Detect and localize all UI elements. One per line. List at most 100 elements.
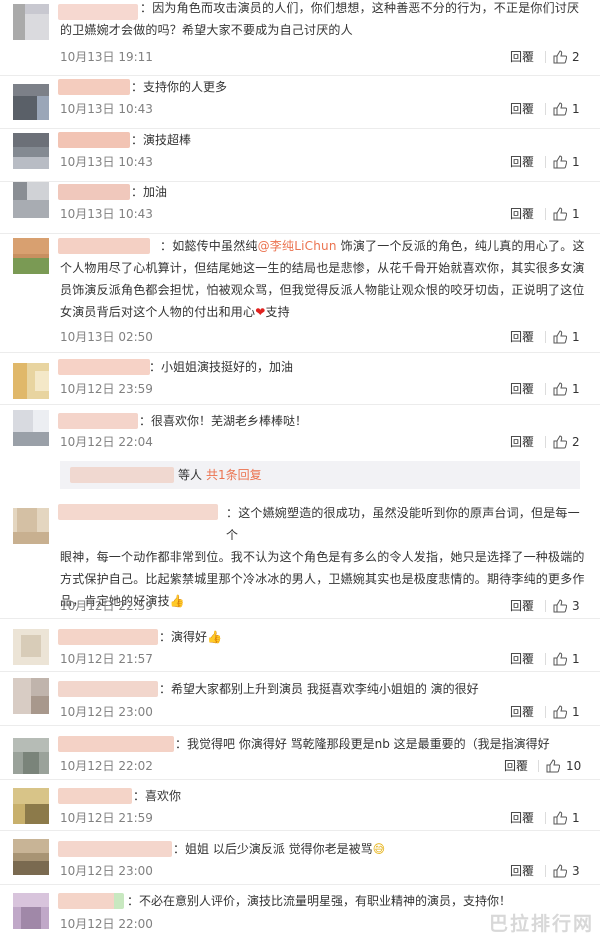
reply-button[interactable]: 回覆 (510, 598, 534, 614)
sub-reply-prefix: 等人 (178, 468, 203, 482)
divider (545, 51, 546, 63)
like-count: 2 (572, 50, 580, 64)
comment-time: 10月13日 10:43 (60, 207, 153, 221)
comment-time: 10月12日 23:00 (60, 864, 153, 878)
avatar[interactable] (13, 893, 49, 929)
view-replies-link[interactable]: 共1条回复 (206, 467, 262, 483)
like-count: 1 (572, 155, 580, 169)
username[interactable] (58, 629, 158, 645)
username[interactable] (58, 788, 132, 804)
comment-item: ：演得好👍 10月12日 21:57 回覆 1 (0, 619, 600, 672)
reply-button[interactable]: 回覆 (510, 651, 534, 667)
like-count: 1 (572, 207, 580, 221)
thumbs-up-icon[interactable] (553, 864, 567, 878)
reply-button[interactable]: 回覆 (510, 810, 534, 826)
avatar[interactable] (13, 182, 49, 218)
like-count: 1 (572, 652, 580, 666)
like-count: 3 (572, 599, 580, 613)
thumbs-up-icon[interactable] (553, 599, 567, 613)
divider (545, 331, 546, 343)
avatar[interactable] (13, 678, 49, 714)
avatar[interactable] (13, 788, 49, 824)
sub-reply-bar[interactable]: 等人 共1条回复 (60, 461, 580, 489)
comment-item: ：如懿传中虽然纯@李纯LiChun 饰演了一个反派的角色，纯儿真的用心了。这 个… (0, 234, 600, 353)
avatar[interactable] (13, 629, 49, 665)
comment-time: 10月12日 22:02 (60, 759, 153, 773)
username[interactable] (58, 736, 174, 752)
comment-item: ：希望大家都别上升到演员 我挺喜欢李纯小姐姐的 演的很好 10月12日 23:0… (0, 672, 600, 726)
comment-text: ：加油 (131, 185, 168, 199)
avatar[interactable] (13, 84, 49, 120)
comment-time: 10月12日 23:00 (60, 705, 153, 719)
avatar[interactable] (13, 363, 49, 399)
thumbs-up-icon[interactable] (553, 207, 567, 221)
reply-button[interactable]: 回覆 (504, 758, 528, 774)
reply-usernames[interactable] (70, 467, 174, 483)
comment-text: ：喜欢你 (133, 789, 182, 803)
divider (545, 383, 546, 395)
avatar[interactable] (13, 839, 49, 875)
thumbs-up-icon[interactable] (553, 382, 567, 396)
thumbs-up-icon[interactable] (553, 155, 567, 169)
like-count: 1 (572, 705, 580, 719)
reply-button[interactable]: 回覆 (510, 154, 534, 170)
comment-time: 10月12日 21:59 (60, 811, 153, 825)
comment-text: ：我觉得吧 你演得好 骂乾隆那段更是nb 这是最重要的（我是指演得好 (175, 737, 550, 751)
thumbs-up-icon[interactable] (553, 50, 567, 64)
comment-time: 10月12日 21:57 (60, 652, 153, 666)
username[interactable] (58, 132, 130, 148)
like-count: 1 (572, 811, 580, 825)
comment-item: ：因为角色而攻击演员的人们，你们想想，这种善恶不分的行为，不正是你们讨厌 的卫嬿… (0, 0, 600, 76)
username[interactable] (58, 184, 130, 200)
username[interactable] (58, 681, 158, 697)
comment-text: ：姐姐 以后少演反派 觉得你老是被骂😅 (173, 842, 386, 856)
username[interactable] (58, 841, 172, 857)
username[interactable] (58, 359, 150, 375)
avatar[interactable] (13, 410, 49, 446)
comment-time: 10月12日 22:00 (60, 917, 153, 931)
watermark-logo: 巴拉排行网 (488, 913, 594, 935)
reply-button[interactable]: 回覆 (510, 329, 534, 345)
like-count: 3 (572, 864, 580, 878)
thumbs-up-icon[interactable] (553, 705, 567, 719)
avatar[interactable] (13, 133, 49, 169)
reply-button[interactable]: 回覆 (510, 704, 534, 720)
like-count: 2 (572, 435, 580, 449)
reply-button[interactable]: 回覆 (510, 863, 534, 879)
avatar[interactable] (13, 508, 49, 544)
divider (545, 103, 546, 115)
reply-button[interactable]: 回覆 (510, 434, 534, 450)
comment-text: ：演技超棒 (131, 133, 192, 147)
sweat-smile-emoji-icon: 😅 (372, 842, 386, 856)
comment-text: ：因为角色而攻击演员的人们，你们想想，这种善恶不分的行为，不正是你们讨厌 的卫嬿… (60, 1, 580, 37)
thumbs-up-icon[interactable] (553, 102, 567, 116)
comment-text: ：如懿传中虽然纯@李纯LiChun 饰演了一个反派的角色，纯儿真的用心了。这 个… (60, 239, 585, 319)
comment-item: ：小姐姐演技挺好的，加油 10月12日 23:59 回覆 1 (0, 353, 600, 405)
reply-button[interactable]: 回覆 (510, 381, 534, 397)
reply-button[interactable]: 回覆 (510, 206, 534, 222)
comment-item: ：支持你的人更多 10月13日 10:43 回覆 1 (0, 76, 600, 129)
divider (545, 436, 546, 448)
thumbs-up-icon[interactable] (546, 759, 560, 773)
username[interactable] (58, 79, 130, 95)
username[interactable] (58, 893, 124, 909)
username[interactable] (58, 413, 138, 429)
comment-item: ：这个嬿婉塑造的很成功，虽然没能听到你的原声台词，但是每一个 眼神，每一个动作都… (0, 496, 600, 619)
comment-time: 10月13日 10:43 (60, 102, 153, 116)
thumbs-up-icon[interactable] (553, 811, 567, 825)
thumbs-up-icon[interactable] (553, 652, 567, 666)
divider (545, 812, 546, 824)
reply-button[interactable]: 回覆 (510, 49, 534, 65)
avatar[interactable] (13, 738, 49, 774)
avatar[interactable] (13, 238, 49, 274)
mention-link[interactable]: @李纯LiChun (258, 239, 337, 253)
comment-text: ：小姐姐演技挺好的，加油 (149, 360, 294, 374)
comment-item: ：我觉得吧 你演得好 骂乾隆那段更是nb 这是最重要的（我是指演得好 10月12… (0, 726, 600, 780)
reply-button[interactable]: 回覆 (510, 101, 534, 117)
thumbs-up-icon[interactable] (553, 435, 567, 449)
heart-emoji-icon: ❤ (255, 305, 266, 319)
comment-item: ：姐姐 以后少演反派 觉得你老是被骂😅 10月12日 23:00 回覆 3 (0, 831, 600, 885)
thumbs-up-icon[interactable] (553, 330, 567, 344)
avatar[interactable] (13, 4, 49, 40)
divider (545, 706, 546, 718)
